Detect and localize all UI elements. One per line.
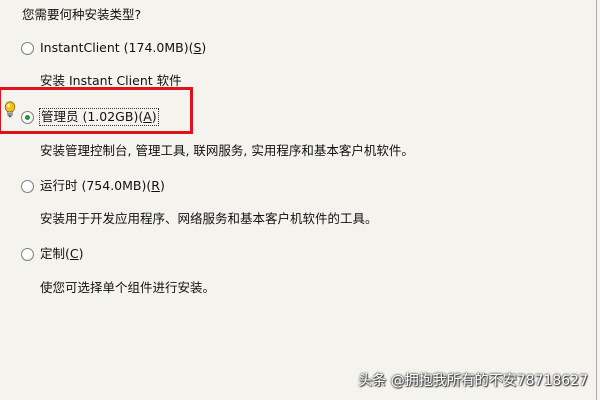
panel-right-border [596, 0, 597, 400]
watermark-text: 头条 @拥抱我所有的不安78718627 [358, 373, 588, 389]
install-type-question: 您需要何种安装类型? [22, 7, 142, 22]
option-description-administrator: 安装管理控制台, 管理工具, 联网服务, 实用程序和基本客户机软件。 [40, 143, 414, 158]
radio-button-custom[interactable] [21, 247, 34, 261]
option-label-instantclient[interactable]: InstantClient (174.0MB)(S) [40, 40, 206, 56]
radio-option-runtime[interactable]: 运行时 (754.0MB)(R) [21, 177, 165, 195]
option-label-runtime[interactable]: 运行时 (754.0MB)(R) [40, 178, 165, 194]
radio-option-custom[interactable]: 定制(C) [21, 245, 84, 263]
radio-button-instantclient[interactable] [21, 41, 34, 55]
option-label-custom[interactable]: 定制(C) [40, 246, 84, 262]
radio-option-instantclient[interactable]: InstantClient (174.0MB)(S) [21, 39, 206, 57]
option-description-runtime: 安装用于开发应用程序、网络服务和基本客户机软件的工具。 [40, 211, 378, 226]
radio-button-runtime[interactable] [21, 179, 34, 193]
option-description-custom: 使您可选择单个组件进行安装。 [40, 280, 216, 295]
highlight-annotation-box [0, 87, 193, 134]
